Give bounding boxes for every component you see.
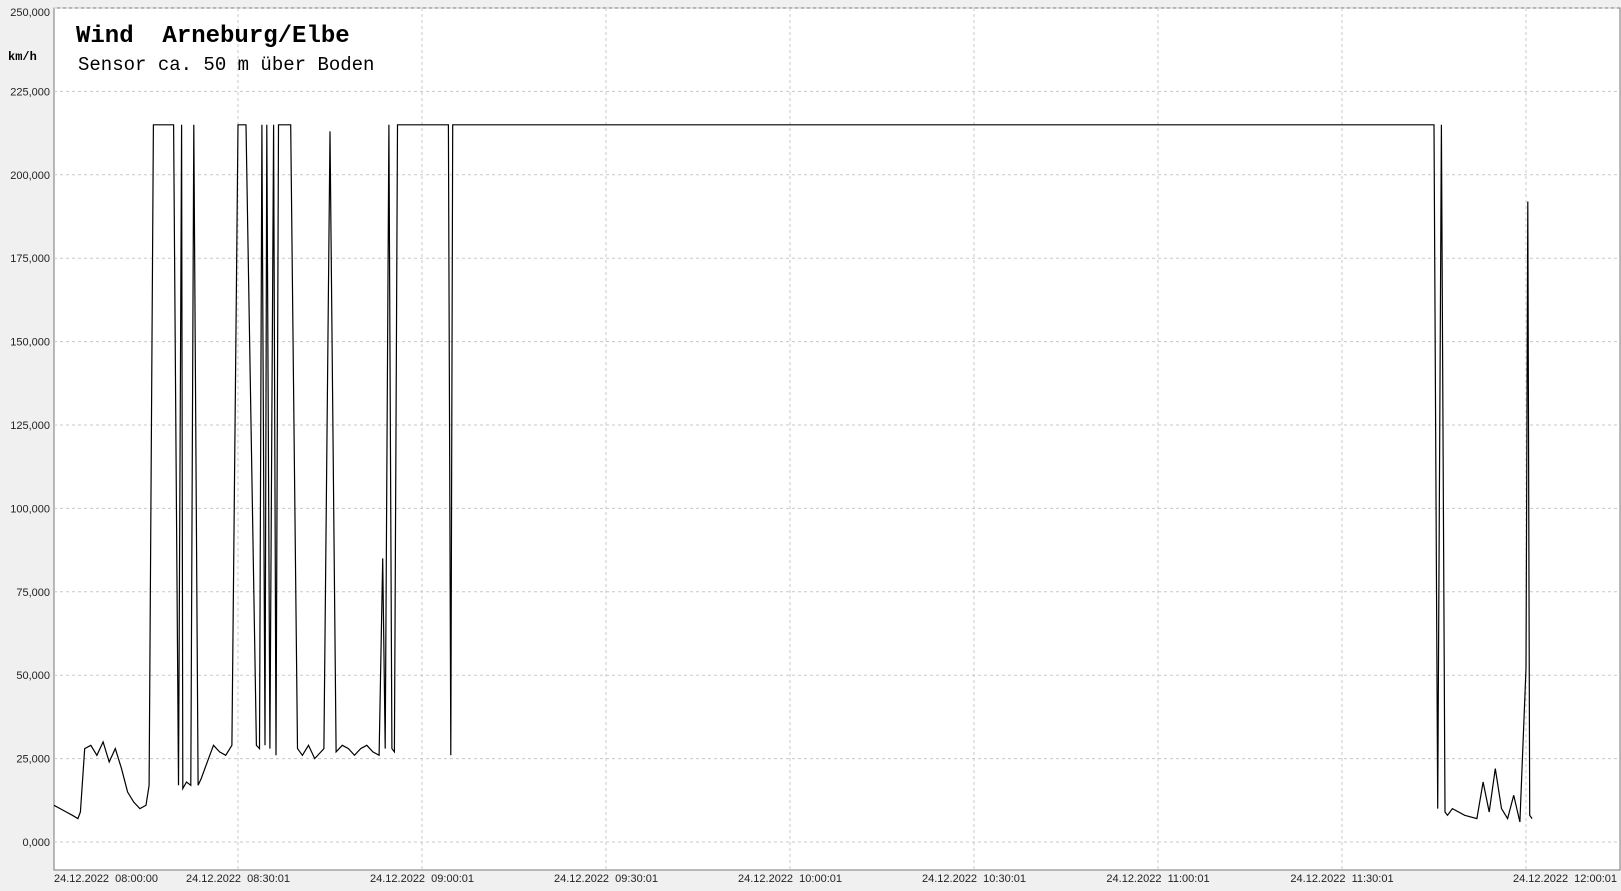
y-tick-label: 250,000 xyxy=(10,7,50,19)
x-tick-label: 24.12.2022 10:00:01 xyxy=(738,873,842,885)
y-tick-label: 100,000 xyxy=(10,503,50,515)
y-tick-label: 225,000 xyxy=(10,86,50,98)
wind-chart: 0,000 25,000 50,000 75,000 100,000 125,000 150… xyxy=(8,7,1621,885)
x-tick-label: 24.12.2022 08:30:01 xyxy=(186,873,290,885)
chart-title: Wind Arneburg/Elbe xyxy=(76,23,350,50)
y-axis-unit-label: km/h xyxy=(8,50,37,64)
x-tick-label: 24.12.2022 09:30:01 xyxy=(554,873,658,885)
y-tick-label: 125,000 xyxy=(10,420,50,432)
y-tick-label: 0,000 xyxy=(22,837,50,849)
y-tick-label: 200,000 xyxy=(10,170,50,182)
y-tick-label: 25,000 xyxy=(16,754,50,766)
x-tick-label: 24.12.2022 08:00:00 xyxy=(54,873,158,885)
x-tick-label: 24.12.2022 12:00:01 xyxy=(1513,873,1617,885)
y-tick-label: 150,000 xyxy=(10,337,50,349)
plot-area xyxy=(53,7,1621,871)
x-tick-label: 24.12.2022 11:30:01 xyxy=(1290,873,1393,885)
chart-subtitle: Sensor ca. 50 m über Boden xyxy=(78,54,374,76)
x-tick-label: 24.12.2022 09:00:01 xyxy=(370,873,474,885)
y-tick-label: 50,000 xyxy=(16,670,50,682)
x-tick-label: 24.12.2022 10:30:01 xyxy=(922,873,1026,885)
x-tick-label: 24.12.2022 11:00:01 xyxy=(1106,873,1209,885)
y-tick-label: 175,000 xyxy=(10,253,50,265)
y-tick-label: 75,000 xyxy=(16,587,50,599)
